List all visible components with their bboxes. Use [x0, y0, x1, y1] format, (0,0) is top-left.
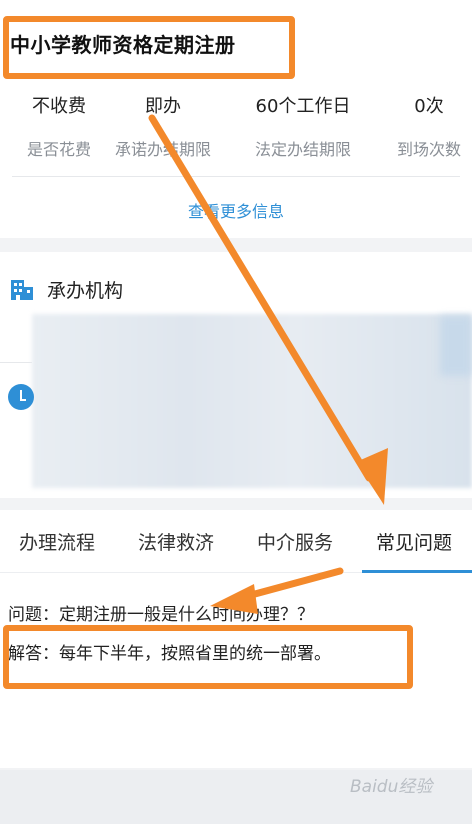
stat-value: 不收费	[32, 96, 86, 117]
building-icon	[11, 280, 33, 300]
faq-question: 问题：定期注册一般是什么时间办理？？	[8, 605, 314, 625]
stat-value: 即办	[145, 96, 181, 117]
annotation-box-answer	[3, 625, 413, 689]
tab-faq[interactable]: 常见问题	[376, 528, 452, 555]
stat-label: 是否花费	[26, 140, 91, 159]
divider	[0, 362, 32, 363]
stat-label: 法定办结期限	[254, 140, 351, 159]
stat-label: 到场次数	[396, 140, 461, 159]
org-title: 承办机构	[47, 280, 124, 302]
tab-process[interactable]: 办理流程	[19, 528, 95, 555]
stat-visits: 0次 到场次数	[370, 94, 472, 160]
tab-legal-relief[interactable]: 法律救济	[138, 528, 214, 555]
clock-icon	[8, 384, 34, 410]
annotation-box-title	[3, 16, 295, 79]
stat-value: 60个工作日	[255, 96, 351, 117]
more-info-link[interactable]: 查看更多信息	[0, 198, 472, 222]
stat-fee: 不收费 是否花费	[0, 94, 118, 160]
tab-intermediary[interactable]: 中介服务	[257, 528, 333, 555]
stat-legal-period: 60个工作日 法定办结期限	[244, 94, 362, 160]
blurred-org-accent	[440, 316, 472, 376]
stat-label: 承诺办结期限	[114, 140, 211, 159]
stat-promise-period: 即办 承诺办结期限	[104, 94, 222, 160]
divider	[12, 176, 460, 177]
stat-value: 0次	[414, 96, 444, 117]
watermark: Baidu经验	[350, 777, 433, 797]
active-tab-indicator	[362, 570, 472, 573]
blurred-org-details	[32, 314, 472, 488]
